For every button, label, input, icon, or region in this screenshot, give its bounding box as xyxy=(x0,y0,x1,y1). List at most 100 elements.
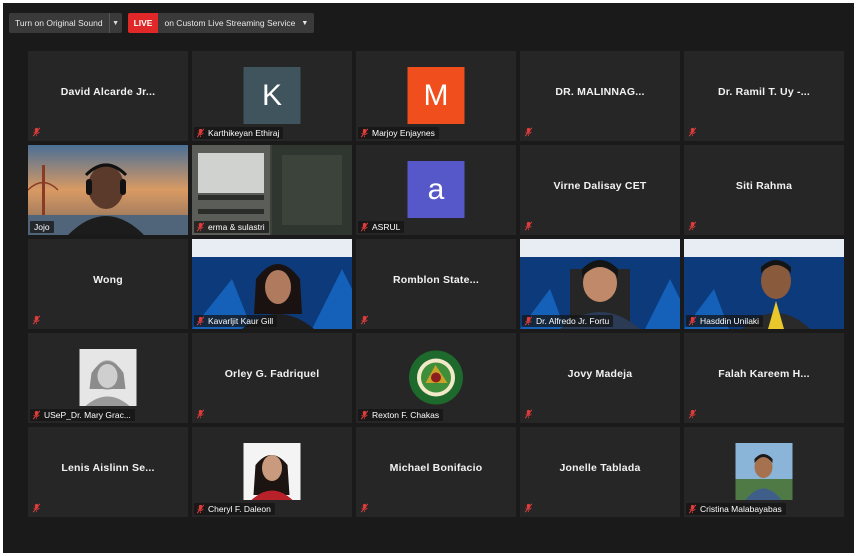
mic-muted-icon xyxy=(360,410,369,420)
mic-muted-icon xyxy=(524,503,533,513)
participant-tile[interactable]: USeP_Dr. Mary Grac... xyxy=(28,333,188,423)
participant-caption: Hasddin Unilaki xyxy=(686,315,764,327)
participant-caption: Cristina Malabayabas xyxy=(686,503,786,515)
chevron-down-icon[interactable]: ▼ xyxy=(108,13,122,33)
mic-muted-icon xyxy=(688,409,697,419)
participant-tile[interactable]: K Karthikeyan Ethiraj xyxy=(192,51,352,141)
participant-caption: Dr. Alfredo Jr. Fortu xyxy=(522,315,614,327)
participant-caption: Rexton F. Chakas xyxy=(358,409,444,421)
participant-name: Cristina Malabayabas xyxy=(700,504,782,514)
participant-name: Karthikeyan Ethiraj xyxy=(208,128,280,138)
participant-tile[interactable]: Rexton F. Chakas xyxy=(356,333,516,423)
mic-muted-icon xyxy=(32,315,41,325)
mic-muted-icon xyxy=(360,315,369,325)
participant-tile[interactable]: Romblon State... xyxy=(356,239,516,329)
participant-tile[interactable]: Falah Kareem H... xyxy=(684,333,844,423)
participant-caption: Marjoy Enjaynes xyxy=(358,127,439,139)
mic-muted-icon xyxy=(196,316,205,326)
mic-muted-icon xyxy=(360,128,369,138)
participant-name: David Alcarde Jr... xyxy=(60,86,156,98)
participant-tile[interactable]: M Marjoy Enjaynes xyxy=(356,51,516,141)
participant-name: Rexton F. Chakas xyxy=(372,410,440,420)
avatar: a xyxy=(407,161,465,218)
profile-photo xyxy=(79,349,137,406)
mic-muted-icon xyxy=(32,503,41,513)
participant-name: Orley G. Fadriquel xyxy=(224,368,320,380)
participant-name: USeP_Dr. Mary Grac... xyxy=(44,410,131,420)
live-stream-label: on Custom Live Streaming Service xyxy=(164,18,296,28)
mic-muted-icon xyxy=(196,222,205,232)
participant-tile[interactable]: Lenis Aislinn Se... xyxy=(28,427,188,517)
participant-tile[interactable]: Wong xyxy=(28,239,188,329)
participant-tile[interactable]: Siti Rahma xyxy=(684,145,844,235)
participant-tile[interactable]: a ASRUL xyxy=(356,145,516,235)
mic-muted-icon xyxy=(524,316,533,326)
participant-tile[interactable]: Hasddin Unilaki xyxy=(684,239,844,329)
profile-photo xyxy=(243,443,301,500)
mic-muted-icon xyxy=(688,316,697,326)
participant-tile[interactable]: Dr. Alfredo Jr. Fortu xyxy=(520,239,680,329)
participant-caption: ASRUL xyxy=(358,221,405,233)
live-badge: LIVE xyxy=(127,13,159,33)
original-sound-label: Turn on Original Sound xyxy=(15,18,103,28)
mic-muted-icon xyxy=(32,410,41,420)
participant-tile[interactable]: Kavarljit Kaur Gill xyxy=(192,239,352,329)
original-sound-button[interactable]: Turn on Original Sound ▼ xyxy=(9,13,122,33)
participant-name: ASRUL xyxy=(372,222,401,232)
participant-tile[interactable]: erma & sulastri xyxy=(192,145,352,235)
participant-tile[interactable]: Orley G. Fadriquel xyxy=(192,333,352,423)
participant-name: Jonelle Tablada xyxy=(559,462,641,474)
mic-muted-icon xyxy=(524,409,533,419)
participant-tile[interactable]: Dr. Ramil T. Uy -... xyxy=(684,51,844,141)
participant-name: Michael Bonifacio xyxy=(389,462,483,474)
participant-tile[interactable]: DR. MALINNAG... xyxy=(520,51,680,141)
participant-caption: USeP_Dr. Mary Grac... xyxy=(30,409,135,421)
mic-muted-icon xyxy=(688,504,697,514)
mic-muted-icon xyxy=(524,221,533,231)
profile-photo xyxy=(735,443,793,500)
participant-name: Romblon State... xyxy=(392,274,480,286)
participant-name: Virne Dalisay CET xyxy=(553,180,647,192)
participant-tile[interactable]: Jonelle Tablada xyxy=(520,427,680,517)
mic-muted-icon xyxy=(32,127,41,137)
mic-muted-icon xyxy=(524,127,533,137)
chevron-down-icon[interactable]: ▼ xyxy=(301,20,314,27)
meeting-window: Turn on Original Sound ▼ LIVE on Custom … xyxy=(3,3,854,553)
avatar: K xyxy=(243,67,301,124)
participant-name: Jojo xyxy=(34,222,50,232)
live-stream-button[interactable]: on Custom Live Streaming Service ▼ xyxy=(158,13,315,33)
participant-tile[interactable]: Cheryl F. Daleon xyxy=(192,427,352,517)
participant-name: Siti Rahma xyxy=(735,180,793,192)
participant-name: Lenis Aislinn Se... xyxy=(61,462,155,474)
mic-muted-icon xyxy=(360,222,369,232)
participant-caption: Karthikeyan Ethiraj xyxy=(194,127,284,139)
avatar: M xyxy=(407,67,465,124)
mic-muted-icon xyxy=(196,409,205,419)
participant-tile[interactable]: Jovy Madeja xyxy=(520,333,680,423)
top-toolbar: Turn on Original Sound ▼ LIVE on Custom … xyxy=(9,13,315,33)
participant-name: Marjoy Enjaynes xyxy=(372,128,435,138)
mic-muted-icon xyxy=(688,221,697,231)
participant-tile[interactable]: David Alcarde Jr... xyxy=(28,51,188,141)
participant-tile-active-speaker[interactable]: Jojo xyxy=(28,145,188,235)
participant-name: Falah Kareem H... xyxy=(718,368,810,380)
mic-muted-icon xyxy=(196,128,205,138)
participant-name: Wong xyxy=(93,274,123,286)
participant-tile[interactable]: Virne Dalisay CET xyxy=(520,145,680,235)
participant-name: Cheryl F. Daleon xyxy=(208,504,271,514)
participant-tile[interactable]: Cristina Malabayabas xyxy=(684,427,844,517)
university-seal-logo xyxy=(407,349,465,406)
mic-muted-icon xyxy=(688,127,697,137)
participant-name: Kavarljit Kaur Gill xyxy=(208,316,274,326)
participant-name: Dr. Alfredo Jr. Fortu xyxy=(536,316,610,326)
participant-name: Hasddin Unilaki xyxy=(700,316,760,326)
mic-muted-icon xyxy=(196,504,205,514)
participant-caption: Kavarljit Kaur Gill xyxy=(194,315,278,327)
gallery-grid: David Alcarde Jr... K Karthikeyan Ethira… xyxy=(28,51,844,517)
participant-name: Dr. Ramil T. Uy -... xyxy=(717,86,811,98)
participant-caption: Cheryl F. Daleon xyxy=(194,503,275,515)
participant-caption: Jojo xyxy=(30,221,54,233)
participant-name: Jovy Madeja xyxy=(567,368,633,380)
participant-tile[interactable]: Michael Bonifacio xyxy=(356,427,516,517)
participant-name: erma & sulastri xyxy=(208,222,265,232)
